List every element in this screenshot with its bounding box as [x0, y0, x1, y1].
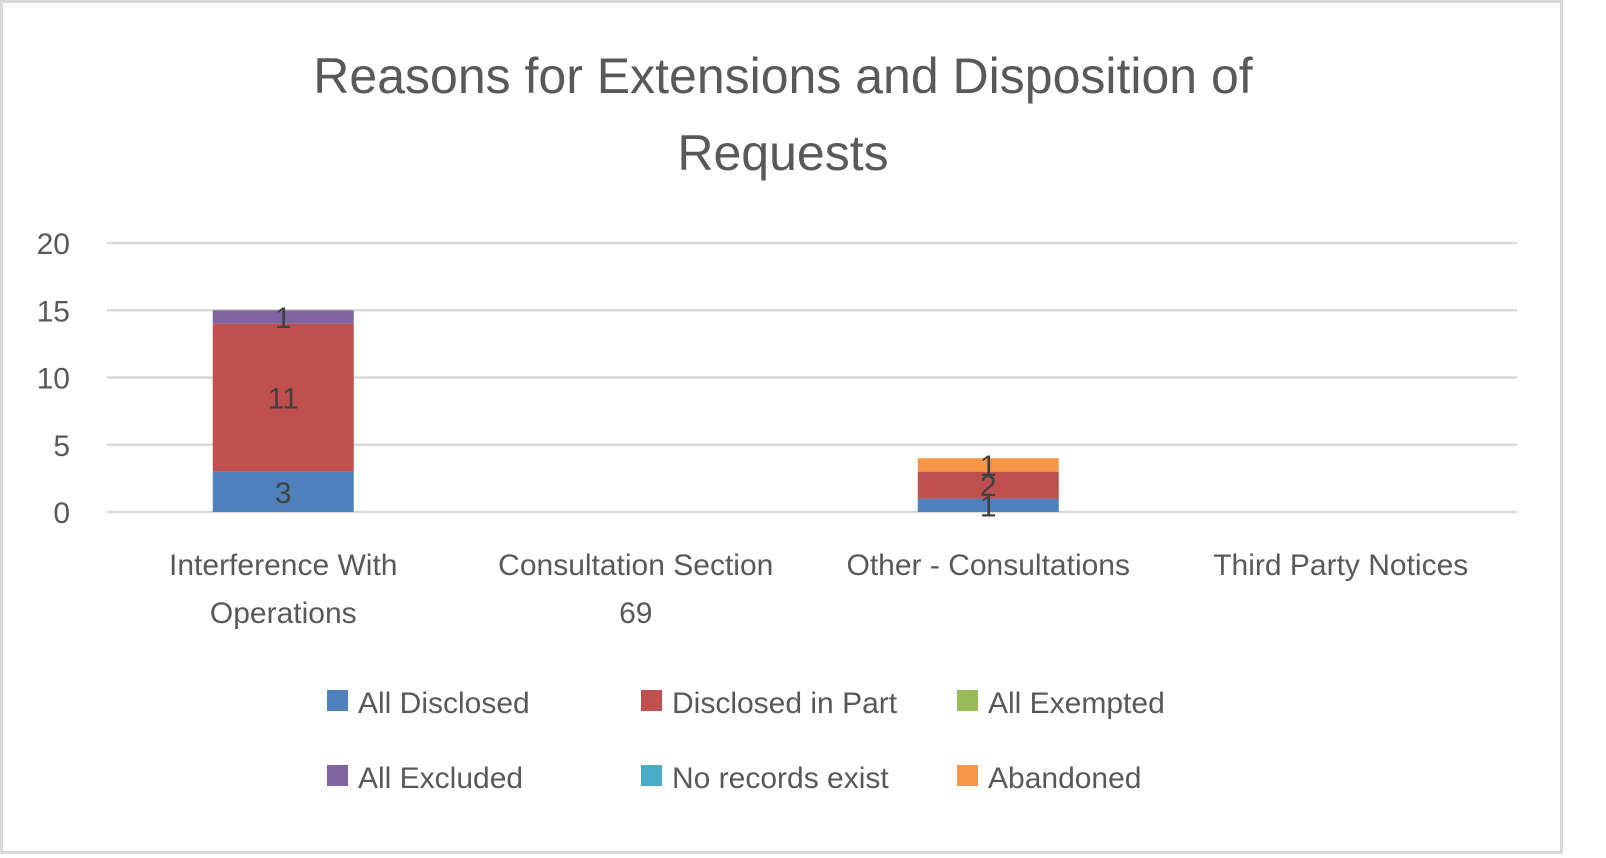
x-axis: Interference With Operations Consultation …	[169, 549, 1468, 630]
stacked-bar-chart: Reasons for Extensions and Disposition o…	[37, 48, 1517, 795]
chart-title-line-2: Requests	[677, 125, 888, 181]
legend-swatch	[327, 765, 348, 786]
x-category-label: Operations	[210, 597, 357, 630]
y-tick-label: 15	[37, 295, 70, 328]
legend-swatch	[957, 690, 978, 711]
legend-label: All Disclosed	[358, 687, 530, 720]
x-category-label: Consultation Section	[498, 549, 773, 582]
legend-label: All Excluded	[358, 762, 523, 795]
y-tick-label: 5	[53, 430, 70, 463]
legend-item: Abandoned	[957, 762, 1142, 795]
data-label: 3	[275, 477, 292, 510]
legend-swatch	[641, 765, 662, 786]
x-category-label: Interference With	[169, 549, 397, 582]
legend-item: All Exempted	[957, 687, 1165, 720]
legend-swatch	[957, 765, 978, 786]
y-tick-label: 20	[37, 228, 70, 261]
legend-item: Disclosed in Part	[641, 687, 898, 720]
data-labels: 3111121	[268, 302, 997, 523]
legend: All Disclosed Disclosed in Part All Exempt…	[327, 687, 1165, 795]
y-tick-label: 0	[53, 497, 70, 530]
data-label: 1	[275, 302, 292, 335]
data-label: 11	[268, 383, 299, 416]
chart-title: Reasons for Extensions and Disposition o…	[313, 48, 1253, 181]
y-tick-label: 10	[37, 363, 70, 396]
legend-label: All Exempted	[988, 687, 1165, 720]
data-label: 1	[980, 450, 997, 483]
legend-item: No records exist	[641, 762, 889, 795]
legend-label: Abandoned	[988, 762, 1142, 795]
bars	[212, 310, 1059, 512]
legend-label: No records exist	[672, 762, 889, 795]
legend-item: All Disclosed	[327, 687, 530, 720]
legend-swatch	[641, 690, 662, 711]
chart-title-line-1: Reasons for Extensions and Disposition o…	[313, 48, 1253, 104]
x-category-label: 69	[619, 597, 652, 630]
legend-item: All Excluded	[327, 762, 523, 795]
x-category-label: Third Party Notices	[1213, 549, 1468, 582]
legend-label: Disclosed in Part	[672, 687, 898, 720]
y-axis: 0 5 10 15 20	[37, 228, 70, 530]
x-category-label: Other - Consultations	[847, 549, 1130, 582]
legend-swatch	[327, 690, 348, 711]
